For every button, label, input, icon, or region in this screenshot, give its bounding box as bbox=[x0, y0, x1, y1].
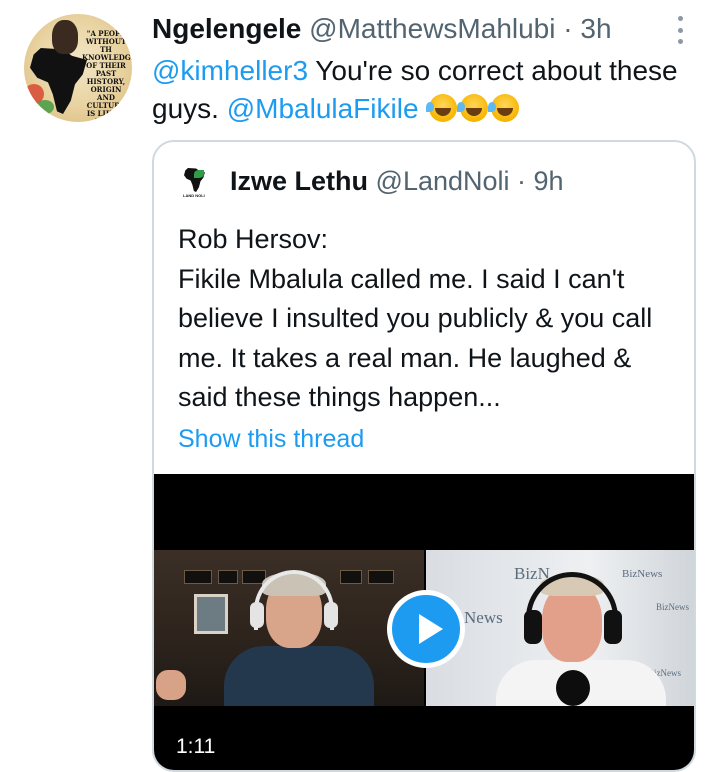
avatar-portrait bbox=[52, 20, 78, 54]
show-thread-link[interactable]: Show this thread bbox=[178, 422, 364, 456]
quoted-author-avatar[interactable]: LAND NOLI bbox=[180, 166, 214, 200]
quoted-avatar-label: LAND NOLI bbox=[183, 193, 205, 198]
shelf-item bbox=[184, 570, 212, 584]
video-left-panel bbox=[154, 550, 424, 706]
quoted-tweet-card[interactable]: LAND NOLI Izwe Lethu @LandNoli · 9h Rob … bbox=[152, 140, 696, 772]
quoted-author-name[interactable]: Izwe Lethu bbox=[230, 166, 368, 196]
quoted-tweet-time[interactable]: 9h bbox=[534, 166, 564, 196]
quoted-header-separator: · bbox=[509, 166, 534, 196]
shelf-item bbox=[340, 570, 362, 584]
backdrop-brand: BizNews bbox=[622, 568, 663, 580]
speaker-left-body bbox=[224, 646, 374, 706]
more-vertical-icon[interactable] bbox=[672, 16, 688, 44]
video-player[interactable]: BizN BizNews BizNews News BizNews 1:11 bbox=[154, 474, 694, 770]
author-name[interactable]: Ngelengele bbox=[152, 13, 301, 44]
headphone-earcup bbox=[604, 610, 622, 644]
author-avatar[interactable]: "A PEOPL WITHOUT TH KNOWLEDGE OF THEIR P… bbox=[24, 14, 132, 122]
headphone-earcup bbox=[524, 610, 542, 644]
avatar-splash-green bbox=[36, 100, 54, 114]
quoted-author-handle[interactable]: @LandNoli bbox=[376, 166, 510, 196]
laughing-emoji-icon bbox=[457, 94, 489, 122]
headphone-earcup bbox=[250, 602, 264, 628]
quoted-tweet-text: Rob Hersov: Fikile Mbalula called me. I … bbox=[178, 224, 653, 412]
microphone-icon bbox=[556, 670, 590, 706]
author-handle[interactable]: @MatthewsMahlubi bbox=[309, 13, 555, 44]
avatar-quote-text: "A PEOPL WITHOUT TH KNOWLEDGE OF THEIR P… bbox=[82, 29, 132, 123]
tweet-time[interactable]: 3h bbox=[580, 13, 611, 44]
wall-picture-frame bbox=[194, 594, 228, 634]
shelf-item bbox=[218, 570, 238, 584]
mention-link[interactable]: @kimheller3 bbox=[152, 55, 308, 86]
laughing-emoji-icon bbox=[426, 94, 458, 122]
video-duration: 1:11 bbox=[166, 730, 226, 764]
leaf-icon bbox=[194, 170, 204, 178]
tweet-text: @kimheller3 You're so correct about thes… bbox=[152, 52, 692, 128]
tweet-header: Ngelengele @MatthewsMahlubi · 3h bbox=[152, 12, 612, 46]
speaker-left-hand bbox=[156, 670, 186, 700]
mention-link[interactable]: @MbalulaFikile bbox=[227, 93, 419, 124]
laughing-emoji-icon bbox=[488, 94, 520, 122]
shelf-item bbox=[368, 570, 394, 584]
backdrop-brand: News bbox=[464, 608, 503, 627]
headphone-earcup bbox=[324, 602, 338, 628]
backdrop-brand: BizNews bbox=[656, 602, 689, 612]
quoted-tweet-header: Izwe Lethu @LandNoli · 9h bbox=[230, 164, 564, 198]
header-separator: · bbox=[555, 13, 581, 44]
play-icon[interactable] bbox=[387, 590, 465, 668]
video-right-panel: BizN BizNews BizNews News BizNews bbox=[426, 550, 694, 706]
